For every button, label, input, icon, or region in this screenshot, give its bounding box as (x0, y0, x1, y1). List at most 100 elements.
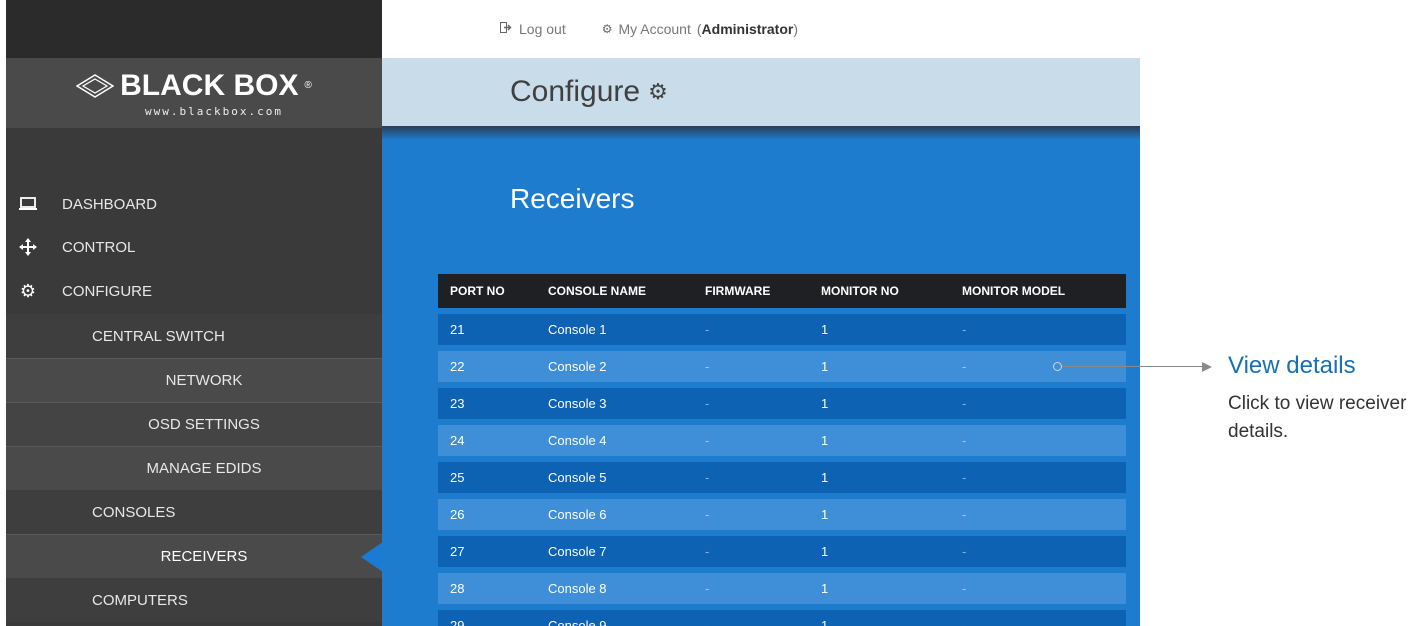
table-row[interactable]: 24 Console 4 - 1 - (438, 425, 1126, 456)
callout-title: View details (1228, 352, 1356, 379)
cell-port-no: 23 (450, 396, 465, 411)
cell-monitor-no: 1 (821, 581, 829, 596)
cell-console-name: Console 5 (548, 470, 607, 485)
laptop-icon (14, 197, 42, 211)
cell-monitor-no: 1 (821, 433, 829, 448)
cell-console-name: Console 1 (548, 322, 607, 337)
table-row[interactable]: 23 Console 3 - 1 - (438, 388, 1126, 419)
cell-console-name: Console 2 (548, 359, 607, 374)
column-header[interactable]: MONITOR NO (821, 284, 962, 298)
logout-link[interactable]: Log out (500, 21, 566, 37)
sign-out-icon (500, 22, 513, 36)
cell-port-no: 26 (450, 507, 465, 522)
sidebar-item-central-switch[interactable]: CENTRAL SWITCH (6, 314, 382, 358)
gears-icon: ⚙ (601, 22, 613, 36)
sidebar-item-label: COMPUTERS (92, 591, 188, 609)
sidebar-item-osd-settings[interactable]: OSD SETTINGS (6, 402, 382, 446)
cell-firmware: - (705, 396, 710, 411)
cell-monitor-no: 1 (821, 396, 829, 411)
cell-monitor-model: - (962, 396, 967, 411)
sidebar-item-label: MANAGE EDIDS (146, 460, 262, 477)
cell-console-name: Console 8 (548, 581, 607, 596)
cell-monitor-no: 1 (821, 359, 829, 374)
cell-console-name: Console 7 (548, 544, 607, 559)
sidebar-item-label: CENTRAL SWITCH (92, 327, 225, 345)
sidebar-item-network[interactable]: NETWORK (6, 358, 382, 402)
cell-firmware: - (705, 470, 710, 485)
table-row[interactable]: 21 Console 1 - 1 - (438, 314, 1126, 345)
gears-icon: ⚙ (648, 79, 668, 104)
sidebar-item-label: CONSOLES (92, 503, 176, 521)
cell-firmware: - (705, 322, 710, 337)
sidebar-item-consoles[interactable]: CONSOLES (6, 490, 382, 534)
sidebar-item-label: CONFIGURE (62, 282, 152, 300)
cell-console-name: Console 3 (548, 396, 607, 411)
sidebar-item-dashboard[interactable]: DASHBOARD (6, 182, 382, 226)
cell-console-name: Console 4 (548, 433, 607, 448)
table-row[interactable]: 26 Console 6 - 1 - (438, 499, 1126, 530)
brand-logo[interactable]: BLACK BOX ® www.blackbox.com (6, 58, 382, 128)
sidebar-item-label: CONTROL (62, 238, 136, 256)
cell-monitor-model: - (962, 618, 967, 626)
table-row[interactable]: 27 Console 7 - 1 - (438, 536, 1126, 567)
section-title: Receivers (510, 183, 635, 214)
cell-firmware: - (705, 433, 710, 448)
sidebar-item-label: RECEIVERS (160, 548, 248, 565)
cell-monitor-no: 1 (821, 618, 829, 626)
cell-port-no: 25 (450, 470, 465, 485)
account-role: (Administrator) (696, 21, 798, 37)
page-title: Configure (510, 75, 641, 108)
logo-reg-mark: ® (304, 80, 312, 91)
logo-brand-text: BLACK BOX (120, 68, 299, 102)
receivers-table: PORT NO CONSOLE NAME FIRMWARE MONITOR NO… (438, 274, 1126, 626)
active-item-pointer (361, 542, 382, 572)
cell-port-no: 21 (450, 322, 465, 337)
my-account-label: My Account (618, 21, 691, 37)
column-header[interactable]: FIRMWARE (705, 284, 821, 298)
sidebar-item-label: NETWORK (165, 372, 243, 389)
my-account-link[interactable]: ⚙ My Account (Administrator) (602, 21, 798, 37)
cell-firmware: - (705, 618, 710, 626)
callout-dot (1053, 362, 1062, 371)
gears-icon: ⚙ (19, 280, 37, 301)
cell-port-no: 22 (450, 359, 465, 374)
sidebar-item-control[interactable]: CONTROL (6, 226, 382, 268)
cell-monitor-model: - (962, 470, 967, 485)
diamond-logo-icon (76, 73, 115, 98)
cell-monitor-model: - (962, 322, 967, 337)
logout-label: Log out (519, 21, 566, 37)
cell-monitor-no: 1 (821, 507, 829, 522)
cell-console-name: Console 9 (548, 618, 607, 626)
sidebar-item-label: OSD SETTINGS (148, 416, 260, 433)
sidebar-item-configure[interactable]: ⚙ CONFIGURE (6, 268, 382, 314)
cell-firmware: - (705, 544, 710, 559)
table-row[interactable]: 22 Console 2 - 1 - (438, 351, 1126, 382)
table-row[interactable]: 29 Console 9 - 1 - (438, 610, 1126, 626)
cell-port-no: 28 (450, 581, 465, 596)
column-header[interactable]: CONSOLE NAME (548, 284, 705, 298)
table-header: PORT NO CONSOLE NAME FIRMWARE MONITOR NO… (438, 274, 1126, 308)
cell-monitor-model: - (962, 544, 967, 559)
move-arrows-icon (14, 238, 42, 256)
cell-monitor-no: 1 (821, 544, 829, 559)
logo-url: www.blackbox.com (145, 104, 283, 118)
cell-port-no: 27 (450, 544, 465, 559)
column-header[interactable]: PORT NO (438, 284, 548, 298)
main-panel: Receivers PORT NO CONSOLE NAME FIRMWARE … (382, 126, 1140, 626)
sidebar-item-computers[interactable]: COMPUTERS (6, 578, 382, 622)
table-row[interactable]: 28 Console 8 - 1 - (438, 573, 1126, 604)
cell-monitor-model: - (962, 433, 967, 448)
cell-port-no: 24 (450, 433, 465, 448)
column-header[interactable]: MONITOR MODEL (962, 284, 1126, 298)
page-header: Configure ⚙ (382, 58, 1140, 126)
top-bar: Log out ⚙ My Account (Administrator) (382, 0, 1140, 58)
cell-monitor-no: 1 (821, 470, 829, 485)
cell-firmware: - (705, 359, 710, 374)
sidebar-item-label: DASHBOARD (62, 195, 158, 213)
cell-monitor-no: 1 (821, 322, 829, 337)
sidebar-item-receivers[interactable]: RECEIVERS (6, 534, 382, 578)
table-row[interactable]: 25 Console 5 - 1 - (438, 462, 1126, 493)
cell-firmware: - (705, 507, 710, 522)
sidebar-item-manage-edids[interactable]: MANAGE EDIDS (6, 446, 382, 490)
cell-firmware: - (705, 581, 710, 596)
